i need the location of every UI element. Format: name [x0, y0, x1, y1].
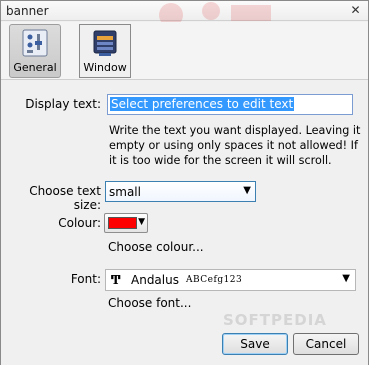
font-sample: ABCefg123 — [186, 275, 243, 285]
colour-label: Colour: — [58, 216, 101, 230]
chevron-down-icon: ▼ — [342, 273, 350, 284]
preferences-window: banner ✕ General Window Display text: Se… — [0, 0, 369, 365]
save-button[interactable]: Save — [222, 333, 288, 355]
display-text-label: Display text: — [25, 97, 101, 111]
window-title: banner — [6, 4, 49, 18]
tab-general[interactable]: General — [9, 24, 61, 78]
font-label: Font: — [70, 272, 101, 286]
text-size-label: Choose text size: — [29, 184, 101, 212]
chevron-down-icon: ▼ — [243, 185, 251, 196]
display-text-value: Select preferences to edit text — [110, 97, 295, 111]
tab-general-label: General — [13, 61, 57, 74]
preferences-toolbar: General Window — [1, 22, 368, 80]
display-text-help: Write the text you want displayed. Leavi… — [109, 124, 361, 167]
colour-picker-button[interactable]: ▼ — [104, 213, 148, 233]
softpedia-watermark: SOFTPEDIA — [223, 311, 327, 329]
tab-window[interactable]: Window — [79, 24, 131, 78]
chevron-down-icon: ▼ — [138, 217, 145, 227]
window-icon — [93, 30, 117, 56]
tab-window-label: Window — [83, 61, 127, 74]
font-select[interactable]: Ͳ Andalus ABCefg123 ▼ — [105, 269, 356, 291]
cancel-button[interactable]: Cancel — [293, 333, 359, 355]
general-settings-panel: Display text: Select preferences to edit… — [1, 81, 368, 365]
general-settings-icon — [22, 29, 48, 57]
truetype-font-icon: Ͳ — [111, 273, 121, 287]
choose-font-link[interactable]: Choose font... — [108, 296, 191, 310]
text-size-select[interactable]: small ▼ — [105, 181, 256, 202]
close-icon[interactable]: ✕ — [349, 4, 362, 17]
title-bar: banner ✕ — [1, 1, 368, 27]
colour-swatch — [108, 217, 137, 229]
display-text-input[interactable]: Select preferences to edit text — [107, 94, 353, 115]
choose-colour-link[interactable]: Choose colour... — [108, 240, 204, 254]
text-size-value: small — [109, 185, 141, 199]
font-name: Andalus — [131, 273, 179, 287]
